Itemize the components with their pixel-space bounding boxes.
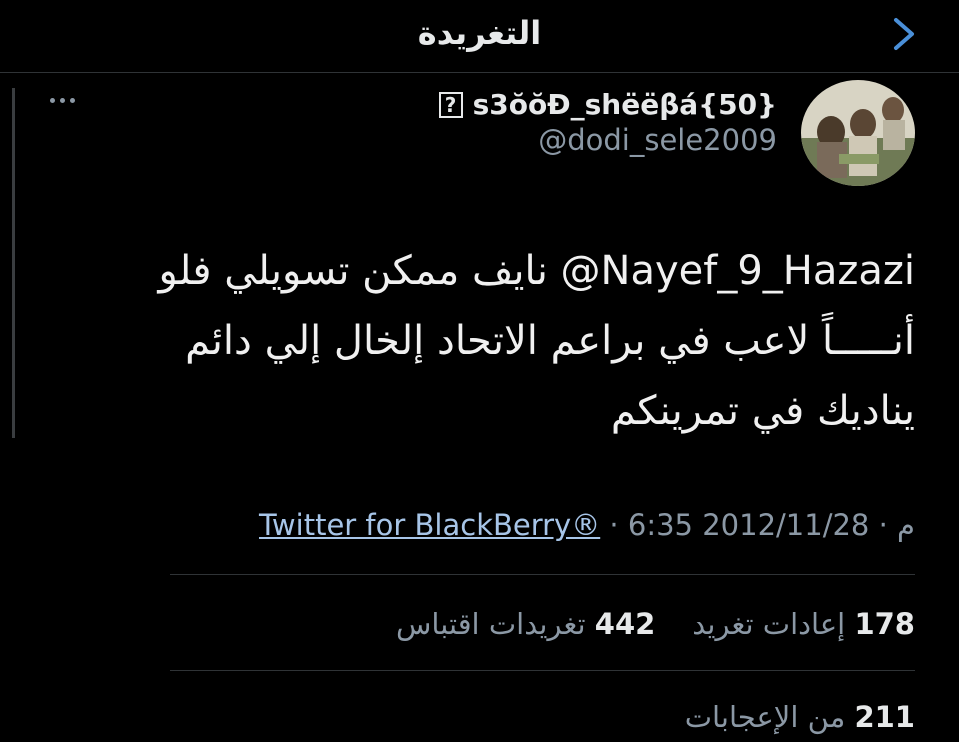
tweet-line-3: يناديك في تمرينكم bbox=[610, 388, 915, 434]
avatar-image bbox=[801, 80, 915, 186]
tweet-line-1-text: نايف ممكن تسويلي فلو bbox=[158, 248, 561, 294]
page-title: التغريدة bbox=[417, 14, 542, 52]
stats-row: 178 إعادات تغريد 442 تغريدات اقتباس bbox=[396, 607, 915, 641]
more-options-button[interactable] bbox=[50, 90, 84, 110]
display-name-text: s3ŏŏÐ_shëëβá{50} bbox=[472, 88, 777, 121]
likes-row: 211 من الإعجابات bbox=[685, 700, 915, 734]
likes-stat[interactable]: 211 من الإعجابات bbox=[685, 700, 915, 734]
avatar[interactable] bbox=[801, 80, 915, 186]
display-name: ? s3ŏŏÐ_shëëβá{50} bbox=[438, 88, 777, 121]
more-horizontal-icon bbox=[50, 97, 55, 103]
meta-separator-1: · bbox=[600, 508, 628, 542]
user-info[interactable]: ? s3ŏŏÐ_shëëβá{50} @dodi_sele2009 bbox=[438, 88, 777, 157]
top-bar: التغريدة bbox=[0, 0, 959, 73]
tweet-text: Nayef_9_Hazazi@ نايف ممكن تسويلي فلو أنـ… bbox=[115, 236, 915, 446]
meta-separator-2: · bbox=[869, 508, 898, 542]
chevron-back-icon bbox=[894, 18, 914, 50]
quotes-label: تغريدات اقتباس bbox=[395, 607, 586, 641]
divider bbox=[170, 670, 915, 671]
unknown-glyph-icon: ? bbox=[438, 91, 463, 118]
quotes-stat[interactable]: 442 تغريدات اقتباس bbox=[396, 607, 655, 641]
likes-count: 211 bbox=[854, 700, 915, 734]
likes-label: من الإعجابات bbox=[684, 700, 846, 734]
user-handle: @dodi_sele2009 bbox=[538, 123, 777, 157]
tweet-line-2: أنـــــاً لاعب في براعم الاتحاد إلخال إل… bbox=[185, 318, 915, 364]
tweet-meta: Twitter for BlackBerry® · 6:35 م · 2012/… bbox=[259, 508, 915, 542]
mention-link[interactable]: Nayef_9_Hazazi@ bbox=[561, 248, 915, 294]
retweets-count: 178 bbox=[854, 607, 915, 641]
source-link[interactable]: Twitter for BlackBerry® bbox=[259, 508, 600, 542]
back-button[interactable] bbox=[887, 14, 921, 54]
tweet-line-1: Nayef_9_Hazazi@ نايف ممكن تسويلي فلو bbox=[115, 236, 915, 306]
quotes-count: 442 bbox=[594, 607, 656, 641]
divider bbox=[170, 574, 915, 575]
retweets-label: إعادات تغريد bbox=[692, 607, 846, 641]
tweet-date: 2012/11/28 bbox=[702, 508, 870, 542]
retweets-stat[interactable]: 178 إعادات تغريد bbox=[692, 607, 915, 641]
thread-line bbox=[12, 88, 15, 438]
